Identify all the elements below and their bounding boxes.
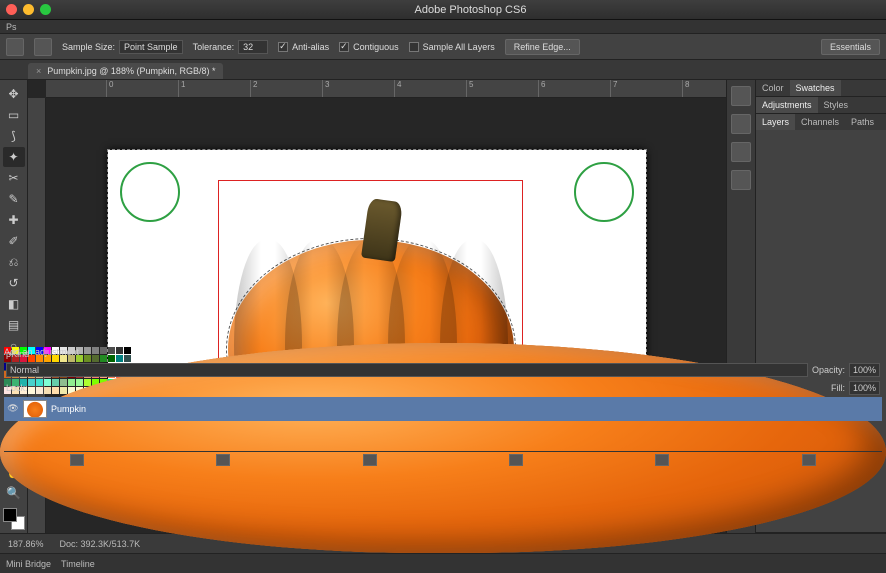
healing-brush-tool[interactable]: ✚	[3, 210, 25, 230]
tab-color[interactable]: Color	[756, 80, 790, 96]
document-tabs: × Pumpkin.jpg @ 188% (Pumpkin, RGB/8) *	[0, 60, 886, 80]
document-tab[interactable]: × Pumpkin.jpg @ 188% (Pumpkin, RGB/8) *	[28, 63, 223, 79]
layer-kind-label: ρKind	[6, 349, 29, 359]
layer-mask-button[interactable]	[363, 454, 377, 466]
opacity-input[interactable]: 100%	[849, 363, 880, 377]
layer-row[interactable]: 👁 Pumpkin	[4, 397, 882, 421]
antialias-checkbox[interactable]: Anti-alias	[278, 42, 329, 52]
character-panel-icon[interactable]	[731, 142, 751, 162]
new-layer-button[interactable]	[655, 454, 669, 466]
tab-channels[interactable]: Channels	[795, 114, 845, 130]
tool-preset-icon[interactable]	[6, 38, 24, 56]
zoom-level[interactable]: 187.86%	[8, 539, 44, 549]
crop-tool[interactable]: ✂	[3, 168, 25, 188]
layers-panel: Layers Channels Paths ρKind Normal Opaci…	[756, 114, 886, 533]
bottom-panel-tabs: Mini Bridge Timeline	[0, 553, 886, 573]
close-tab-icon[interactable]: ×	[36, 66, 41, 76]
gradient-tool[interactable]: ▤	[3, 315, 25, 335]
menu-ps[interactable]: Ps	[6, 22, 17, 32]
eraser-tool[interactable]: ◧	[3, 294, 25, 314]
move-tool[interactable]: ✥	[3, 84, 25, 104]
tab-layers[interactable]: Layers	[756, 114, 795, 130]
ruler-tick: 5	[466, 80, 473, 97]
fill-input[interactable]: 100%	[849, 381, 880, 395]
clone-stamp-tool[interactable]: ⎌	[3, 252, 25, 272]
layer-style-button[interactable]	[216, 454, 230, 466]
ruler-tick: 6	[538, 80, 545, 97]
layer-thumbnail[interactable]	[23, 400, 47, 418]
ruler-tick: 8	[682, 80, 689, 97]
properties-panel-icon[interactable]	[731, 114, 751, 134]
annotation-circle-top-right	[574, 162, 634, 222]
ruler-horizontal: 0 1 2 3 4 5 6 7 8	[46, 80, 726, 98]
color-panel: Color Swatches	[756, 80, 886, 97]
sample-size-dropdown[interactable]: Point Sample	[119, 40, 183, 54]
menubar: Ps	[0, 20, 886, 34]
document-tab-label: Pumpkin.jpg @ 188% (Pumpkin, RGB/8) *	[47, 66, 215, 76]
eyedropper-tool[interactable]: ✎	[3, 189, 25, 209]
paragraph-panel-icon[interactable]	[731, 170, 751, 190]
layer-visibility-icon[interactable]: 👁	[7, 403, 19, 415]
contiguous-checkbox[interactable]: Contiguous	[339, 42, 399, 52]
workspace-switcher[interactable]: Essentials	[821, 39, 880, 55]
brush-tool[interactable]: ✐	[3, 231, 25, 251]
layer-name[interactable]: Pumpkin	[51, 404, 86, 414]
ruler-tick: 1	[178, 80, 185, 97]
selection-mode-icon[interactable]	[34, 38, 52, 56]
blend-mode-dropdown[interactable]: Normal	[6, 363, 808, 377]
window-controls	[6, 4, 51, 15]
ruler-tick: 4	[394, 80, 401, 97]
ruler-tick: 7	[610, 80, 617, 97]
sample-size-label: Sample Size: Point Sample	[62, 40, 183, 54]
new-group-button[interactable]	[509, 454, 523, 466]
close-window-button[interactable]	[6, 4, 17, 15]
sample-all-layers-checkbox[interactable]: Sample All Layers	[409, 42, 495, 52]
app-title: Adobe Photoshop CS6	[61, 4, 880, 16]
adjustments-panel: Adjustments Styles Add an adjustment	[756, 97, 886, 114]
ruler-tick: 0	[106, 80, 113, 97]
history-brush-tool[interactable]: ↺	[3, 273, 25, 293]
foreground-color-swatch[interactable]	[3, 508, 17, 522]
lasso-tool[interactable]: ⟆	[3, 126, 25, 146]
lock-label: Lock:	[6, 383, 28, 393]
doc-info: Doc: 392.3K/513.7K	[60, 539, 141, 549]
tab-swatches[interactable]: Swatches	[790, 80, 841, 96]
tab-styles[interactable]: Styles	[818, 97, 855, 113]
zoom-tool[interactable]: 🔍	[3, 483, 25, 503]
link-layers-button[interactable]	[70, 454, 84, 466]
minimize-window-button[interactable]	[23, 4, 34, 15]
maximize-window-button[interactable]	[40, 4, 51, 15]
foreground-background-colors[interactable]	[3, 508, 25, 530]
history-panel-icon[interactable]	[731, 86, 751, 106]
main-area: ✥▭⟆✦✂✎✚✐⎌↺◧▤○◐✒T▲▢✋🔍 012345678	[0, 80, 886, 533]
options-bar: Sample Size: Point Sample Tolerance: 32 …	[0, 34, 886, 60]
panels-column: Color Swatches Adjustments Styles Add an…	[756, 80, 886, 533]
layer-panel-buttons	[4, 451, 882, 468]
titlebar: Adobe Photoshop CS6	[0, 0, 886, 20]
opacity-label: Opacity:	[812, 365, 845, 375]
tolerance-label: Tolerance: 32	[193, 40, 269, 54]
annotation-circle-top-left	[120, 162, 180, 222]
ruler-tick: 3	[322, 80, 329, 97]
tab-timeline[interactable]: Timeline	[61, 559, 95, 569]
refine-edge-button[interactable]: Refine Edge...	[505, 39, 580, 55]
delete-layer-button[interactable]	[802, 454, 816, 466]
tab-adjustments[interactable]: Adjustments	[756, 97, 818, 113]
tolerance-input[interactable]: 32	[238, 40, 268, 54]
marquee-tool[interactable]: ▭	[3, 105, 25, 125]
fill-label: Fill:	[831, 383, 845, 393]
ruler-tick: 2	[250, 80, 257, 97]
tab-mini-bridge[interactable]: Mini Bridge	[6, 559, 51, 569]
tab-paths[interactable]: Paths	[845, 114, 880, 130]
magic-wand-tool[interactable]: ✦	[3, 147, 25, 167]
